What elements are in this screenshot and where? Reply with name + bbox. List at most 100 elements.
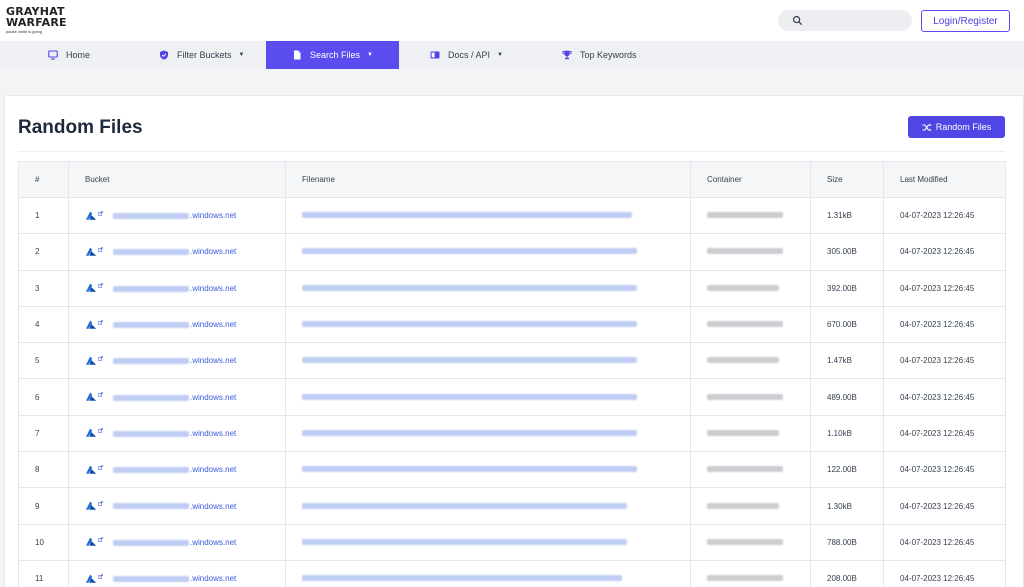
file-size: 208.00B [827, 574, 857, 584]
bucket-link[interactable]: .windows.net [113, 502, 236, 511]
external-link-icon[interactable] [98, 283, 103, 289]
size-cell: 788.00B [810, 523, 884, 561]
file-size: 788.00B [827, 537, 857, 547]
size-cell: 670.00B [810, 305, 884, 344]
bucket-cell: .windows.net [68, 414, 286, 453]
row-number-text: 1 [35, 211, 40, 221]
last-modified: 04-07-2023 12:26:45 [900, 537, 975, 547]
nav-item-filter-buckets[interactable]: Filter Buckets ▼ [159, 41, 244, 69]
bucket-link[interactable]: .windows.net [113, 393, 236, 402]
bucket-link[interactable]: .windows.net [113, 429, 236, 438]
external-link-icon[interactable] [98, 392, 103, 397]
modified-cell: 04-07-2023 12:26:45 [883, 269, 1006, 307]
bucket-link[interactable]: .windows.net [113, 356, 236, 365]
modified-cell: 04-07-2023 12:26:45 [883, 559, 1006, 587]
size-cell: 208.00B [810, 559, 884, 587]
bucket-link[interactable]: .windows.net [113, 465, 236, 474]
search-input[interactable] [808, 13, 904, 28]
file-icon [294, 50, 301, 60]
external-link-icon[interactable] [98, 247, 103, 252]
modified-cell: 04-07-2023 12:26:45 [883, 414, 1006, 453]
bucket-link[interactable]: .windows.net [113, 247, 236, 256]
filename-link[interactable] [302, 212, 632, 219]
row-number: 11 [18, 559, 69, 587]
filename-link[interactable] [302, 429, 637, 436]
last-modified: 04-07-2023 12:26:45 [900, 574, 975, 584]
shield-icon [160, 50, 168, 60]
external-link-icon[interactable] [98, 537, 103, 543]
external-link-icon[interactable] [98, 428, 103, 434]
filename-cell [285, 269, 691, 307]
filename-link[interactable] [302, 538, 627, 545]
container-cell [690, 196, 811, 235]
file-size: 122.00B [827, 465, 857, 475]
bucket-cell: .windows.net [68, 305, 286, 344]
azure-icon [86, 247, 97, 256]
nav-item-search-files[interactable]: Search Files ▼ [266, 41, 399, 69]
column-header-bucket: Bucket [68, 161, 286, 198]
nav-item-home[interactable]: Home [48, 41, 90, 69]
bucket-domain-suffix: .windows.net [190, 247, 237, 257]
search-box[interactable] [778, 10, 912, 31]
filename-link[interactable] [302, 357, 637, 364]
external-link-icon[interactable] [98, 210, 103, 216]
azure-icon [86, 428, 97, 438]
bucket-link[interactable]: .windows.net [113, 574, 236, 583]
row-number: 10 [18, 523, 69, 561]
container-cell [690, 451, 811, 489]
container-name [707, 466, 783, 473]
filename-link[interactable] [302, 575, 622, 582]
nav-item-docs-api[interactable]: Docs / API ▼ [430, 41, 503, 69]
container-name [707, 502, 779, 509]
external-link-icon[interactable] [98, 464, 103, 470]
book-icon [430, 51, 440, 59]
bucket-link[interactable]: .windows.net [113, 211, 236, 220]
last-modified: 04-07-2023 12:26:45 [900, 283, 975, 293]
filename-cell [285, 523, 691, 561]
last-modified: 04-07-2023 12:26:45 [900, 465, 975, 475]
external-link-icon[interactable] [98, 355, 103, 361]
row-number-text: 8 [35, 465, 40, 475]
container-name [707, 321, 783, 328]
row-number-text: 4 [35, 320, 40, 330]
table-row: 9 .windows.net 1.30kB 04-07-2023 12:26:4… [18, 487, 1006, 525]
site-logo[interactable]: GRAYHAT WARFARE pause while is going [6, 6, 76, 36]
size-cell: 392.00B [810, 269, 884, 307]
external-link-icon[interactable] [98, 501, 103, 506]
table-row: 7 .windows.net 1.10kB 04-07-2023 12:26:4… [18, 414, 1006, 453]
filename-link[interactable] [302, 248, 637, 255]
nav-item-top-keywords[interactable]: Top Keywords [562, 41, 637, 69]
last-modified: 04-07-2023 12:26:45 [900, 320, 975, 330]
container-name [707, 538, 783, 545]
bucket-link[interactable]: .windows.net [113, 538, 236, 547]
random-files-button[interactable]: Random Files [908, 116, 1005, 138]
azure-icon [86, 574, 97, 583]
bucket-link[interactable]: .windows.net [113, 320, 236, 329]
container-cell [690, 378, 811, 416]
bucket-domain-suffix: .windows.net [190, 537, 237, 547]
filename-link[interactable] [302, 321, 637, 328]
filename-link[interactable] [302, 393, 637, 400]
modified-cell: 04-07-2023 12:26:45 [883, 305, 1006, 344]
row-number: 9 [18, 487, 69, 525]
bucket-cell: .windows.net [68, 269, 286, 307]
table-row: 4 .windows.net 670.00B 04-07-2023 12:26:… [18, 305, 1006, 344]
file-size: 305.00B [827, 247, 857, 257]
filename-link[interactable] [302, 466, 637, 473]
bucket-domain-suffix: .windows.net [190, 392, 237, 402]
table-header-row: # Bucket Filename Container Size Last Mo… [18, 161, 1006, 198]
external-link-icon[interactable] [98, 319, 103, 325]
filename-link[interactable] [302, 284, 637, 291]
filename-link[interactable] [302, 502, 627, 509]
container-cell [690, 523, 811, 561]
chevron-down-icon: ▼ [238, 52, 245, 58]
file-size: 1.30kB [827, 501, 852, 511]
bucket-domain-suffix: .windows.net [190, 465, 237, 475]
filename-cell [285, 233, 691, 271]
azure-icon [86, 537, 97, 547]
bucket-link[interactable]: .windows.net [113, 284, 236, 293]
login-register-button[interactable]: Login/Register [921, 10, 1010, 32]
external-link-icon[interactable] [98, 573, 103, 579]
logo-tagline: pause while is going [6, 29, 43, 34]
trophy-icon [562, 50, 572, 60]
